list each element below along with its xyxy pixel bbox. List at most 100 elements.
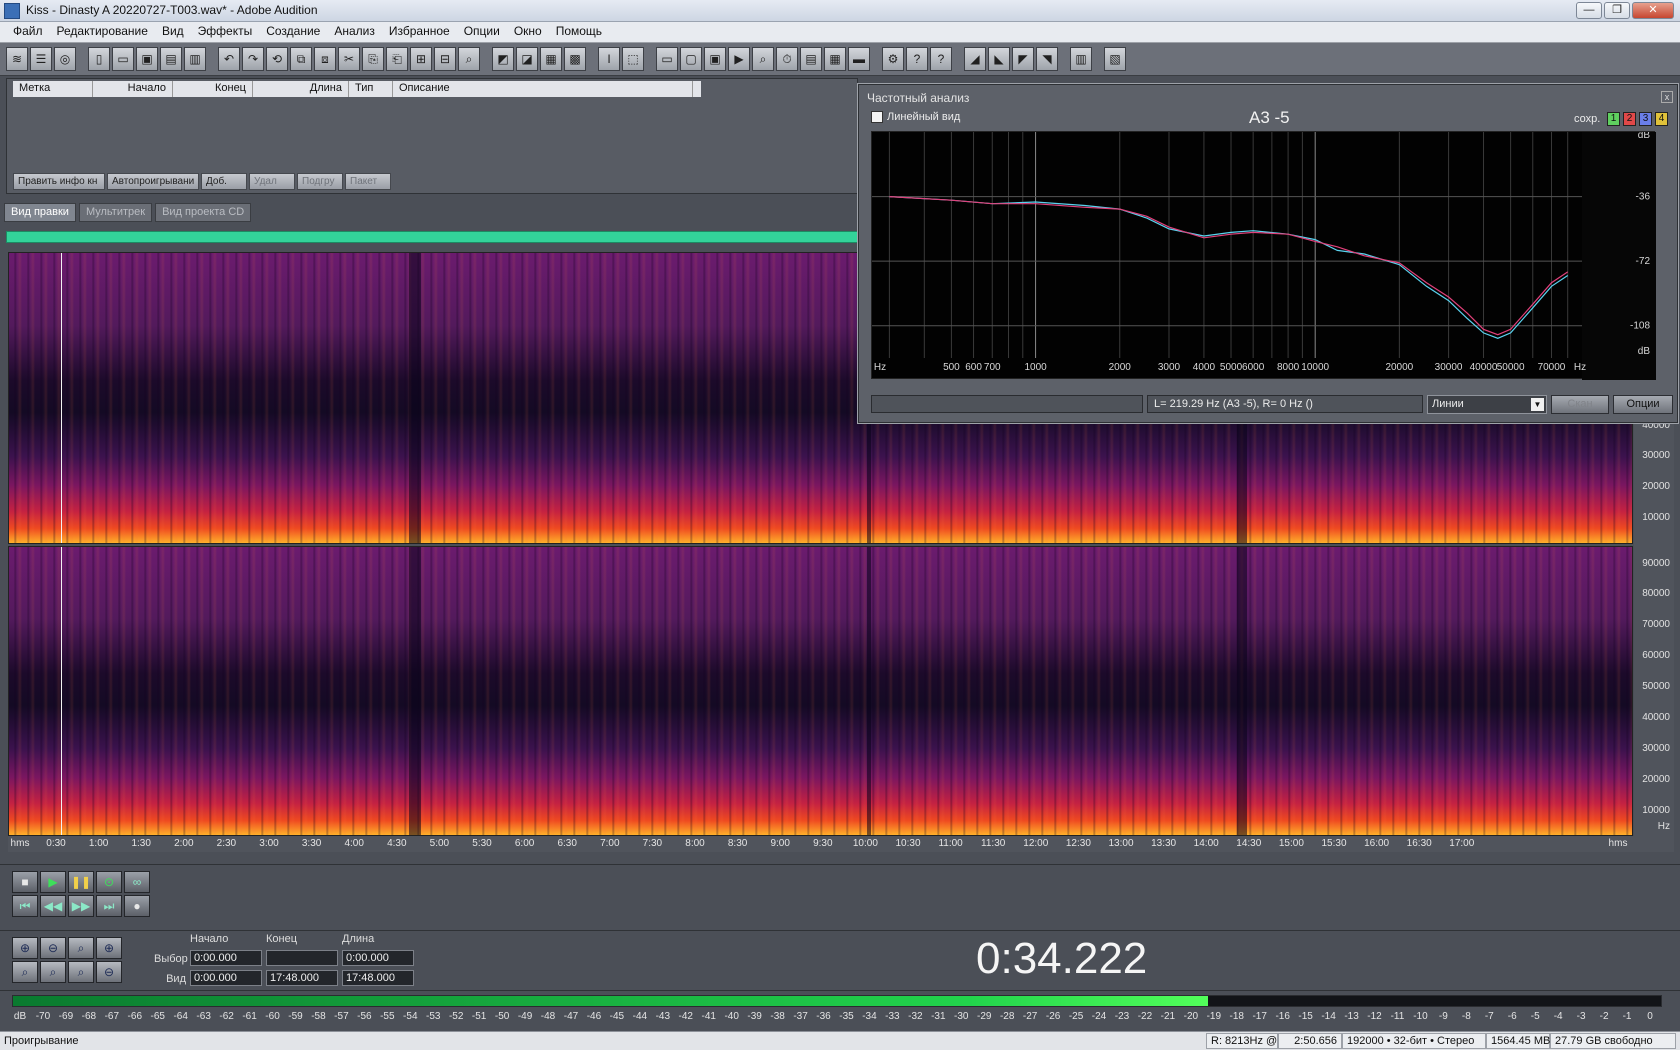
col-label[interactable]: Метка <box>13 81 93 97</box>
copy-icon[interactable]: ⧉ <box>290 47 312 71</box>
spectrogram-right-channel[interactable] <box>8 546 1633 836</box>
col-end[interactable]: Конец <box>173 81 253 97</box>
zoom-in-horizontal-icon[interactable]: ⊕ <box>12 937 38 959</box>
transport-panel-icon[interactable]: ▶ <box>728 47 750 71</box>
paste-new-icon[interactable]: ⎗ <box>386 47 408 71</box>
menu-view[interactable]: Вид <box>155 22 191 42</box>
spectral-display-icon[interactable]: ◪ <box>516 47 538 71</box>
col-type[interactable]: Тип <box>349 81 393 97</box>
menu-favorites[interactable]: Избранное <box>382 22 457 42</box>
merge-marker-button[interactable]: Подгру <box>297 173 343 190</box>
time-selection-icon[interactable]: I <box>598 47 620 71</box>
effect-1-icon[interactable]: ◢ <box>964 47 986 71</box>
rewind-button[interactable]: ◀◀ <box>40 895 66 917</box>
waveform-view-icon[interactable]: ≋ <box>6 47 28 71</box>
options-button[interactable]: Опции <box>1613 395 1673 414</box>
repeat-icon[interactable]: ⟲ <box>266 47 288 71</box>
tab-edit-view[interactable]: Вид правки <box>4 203 76 222</box>
selection-start-field[interactable]: 0:00.000 <box>190 950 262 966</box>
fast-forward-button[interactable]: ▶▶ <box>68 895 94 917</box>
effect-2-icon[interactable]: ◣ <box>988 47 1010 71</box>
view-start-field[interactable]: 0:00.000 <box>190 970 262 986</box>
frequency-panel-icon[interactable]: ▦ <box>824 47 846 71</box>
graph-mode-select[interactable]: Линии ▼ <box>1427 395 1547 414</box>
find-icon[interactable]: ⌕ <box>458 47 480 71</box>
save-slot-3[interactable]: 3 <box>1639 112 1652 126</box>
record-button[interactable]: ● <box>124 895 150 917</box>
tab-cd-project[interactable]: Вид проекта CD <box>155 203 252 222</box>
batch-marker-button[interactable]: Пакет <box>345 173 391 190</box>
copy-new-icon[interactable]: ⧈ <box>314 47 336 71</box>
selection-end-field[interactable] <box>266 950 338 966</box>
spectral-phase-icon[interactable]: ▩ <box>564 47 586 71</box>
col-length[interactable]: Длина <box>253 81 349 97</box>
menu-effects[interactable]: Эффекты <box>191 22 260 42</box>
time-ruler[interactable]: hms 0:30 1:00 1:30 2:00 2:30 3:00 3:30 4:00 4:30 5… <box>8 836 1674 852</box>
menu-analyze[interactable]: Анализ <box>327 22 382 42</box>
trim-icon[interactable]: ⊟ <box>434 47 456 71</box>
settings-icon[interactable]: ⚙ <box>882 47 904 71</box>
window-panel-3-icon[interactable]: ▣ <box>704 47 726 71</box>
add-marker-button[interactable]: Доб. <box>201 173 247 190</box>
zoom-selection-icon[interactable]: ⌕ <box>68 961 94 983</box>
menu-help[interactable]: Помощь <box>549 22 609 42</box>
selection-length-field[interactable]: 0:00.000 <box>342 950 414 966</box>
zoom-out-horizontal-icon[interactable]: ⊖ <box>40 937 66 959</box>
save-slot-4[interactable]: 4 <box>1655 112 1668 126</box>
playhead-cursor[interactable] <box>61 253 62 543</box>
window-panel-1-icon[interactable]: ▭ <box>656 47 678 71</box>
menu-edit[interactable]: Редактирование <box>50 22 155 42</box>
autoplay-button[interactable]: Автопроигрывани <box>107 173 199 190</box>
tab-multitrack[interactable]: Мультитрек <box>78 203 153 222</box>
go-to-start-button[interactable]: ⏮ <box>12 895 38 917</box>
time-panel-icon[interactable]: ⏱ <box>776 47 798 71</box>
scan-button[interactable]: Скан <box>1551 395 1609 414</box>
zoom-out-vertical-icon[interactable]: ⊖ <box>96 961 122 983</box>
effect-4-icon[interactable]: ◥ <box>1036 47 1058 71</box>
linear-view-checkbox[interactable]: Линейный вид <box>871 111 960 123</box>
open-file-icon[interactable]: ▭ <box>112 47 134 71</box>
zoom-in-vertical-icon[interactable]: ⊕ <box>96 937 122 959</box>
status-panel-icon[interactable]: ▬ <box>848 47 870 71</box>
col-start[interactable]: Начало <box>93 81 173 97</box>
help-topics-icon[interactable]: ? <box>906 47 928 71</box>
level-panel-icon[interactable]: ▤ <box>800 47 822 71</box>
delete-marker-button[interactable]: Удал <box>249 173 295 190</box>
save-slot-2[interactable]: 2 <box>1623 112 1636 126</box>
batch-icon[interactable]: ▧ <box>1104 47 1126 71</box>
save-slot-1[interactable]: 1 <box>1607 112 1620 126</box>
col-description[interactable]: Описание <box>393 81 693 97</box>
window-panel-2-icon[interactable]: ▢ <box>680 47 702 71</box>
new-file-icon[interactable]: ▯ <box>88 47 110 71</box>
menu-window[interactable]: Окно <box>507 22 549 42</box>
pause-button[interactable]: ❚❚ <box>68 871 94 893</box>
spectral-pan-icon[interactable]: ▦ <box>540 47 562 71</box>
minimize-button[interactable]: — <box>1576 2 1602 19</box>
view-length-field[interactable]: 17:48.000 <box>342 970 414 986</box>
effect-rack-icon[interactable]: ▥ <box>1070 47 1092 71</box>
zoom-right-icon[interactable]: ⌕ <box>40 961 66 983</box>
menu-generate[interactable]: Создание <box>259 22 327 42</box>
zoom-left-icon[interactable]: ⌕ <box>12 961 38 983</box>
multitrack-view-icon[interactable]: ☰ <box>30 47 52 71</box>
cd-view-icon[interactable]: ◎ <box>54 47 76 71</box>
save-icon[interactable]: ▣ <box>136 47 158 71</box>
loop-button[interactable]: ∞ <box>124 871 150 893</box>
playhead-cursor[interactable] <box>61 547 62 835</box>
menu-options[interactable]: Опции <box>457 22 507 42</box>
go-to-end-button[interactable]: ⏭ <box>96 895 122 917</box>
effect-3-icon[interactable]: ◤ <box>1012 47 1034 71</box>
mix-paste-icon[interactable]: ⊞ <box>410 47 432 71</box>
waveform-display-icon[interactable]: ◩ <box>492 47 514 71</box>
maximize-button[interactable]: ❐ <box>1604 2 1630 19</box>
view-end-field[interactable]: 17:48.000 <box>266 970 338 986</box>
zoom-panel-icon[interactable]: ⌕ <box>752 47 774 71</box>
help-icon[interactable]: ? <box>930 47 952 71</box>
close-button[interactable]: ✕ <box>1632 2 1674 19</box>
frequency-plot[interactable]: dB -36 -72 -108 dB Hz 500 600 700 1000 2000 3000 400… <box>871 131 1656 380</box>
edit-info-button[interactable]: Править инфо кн <box>13 173 105 190</box>
marquee-select-icon[interactable]: ⬚ <box>622 47 644 71</box>
paste-icon[interactable]: ⎘ <box>362 47 384 71</box>
redo-icon[interactable]: ↷ <box>242 47 264 71</box>
save-as-icon[interactable]: ▤ <box>160 47 182 71</box>
